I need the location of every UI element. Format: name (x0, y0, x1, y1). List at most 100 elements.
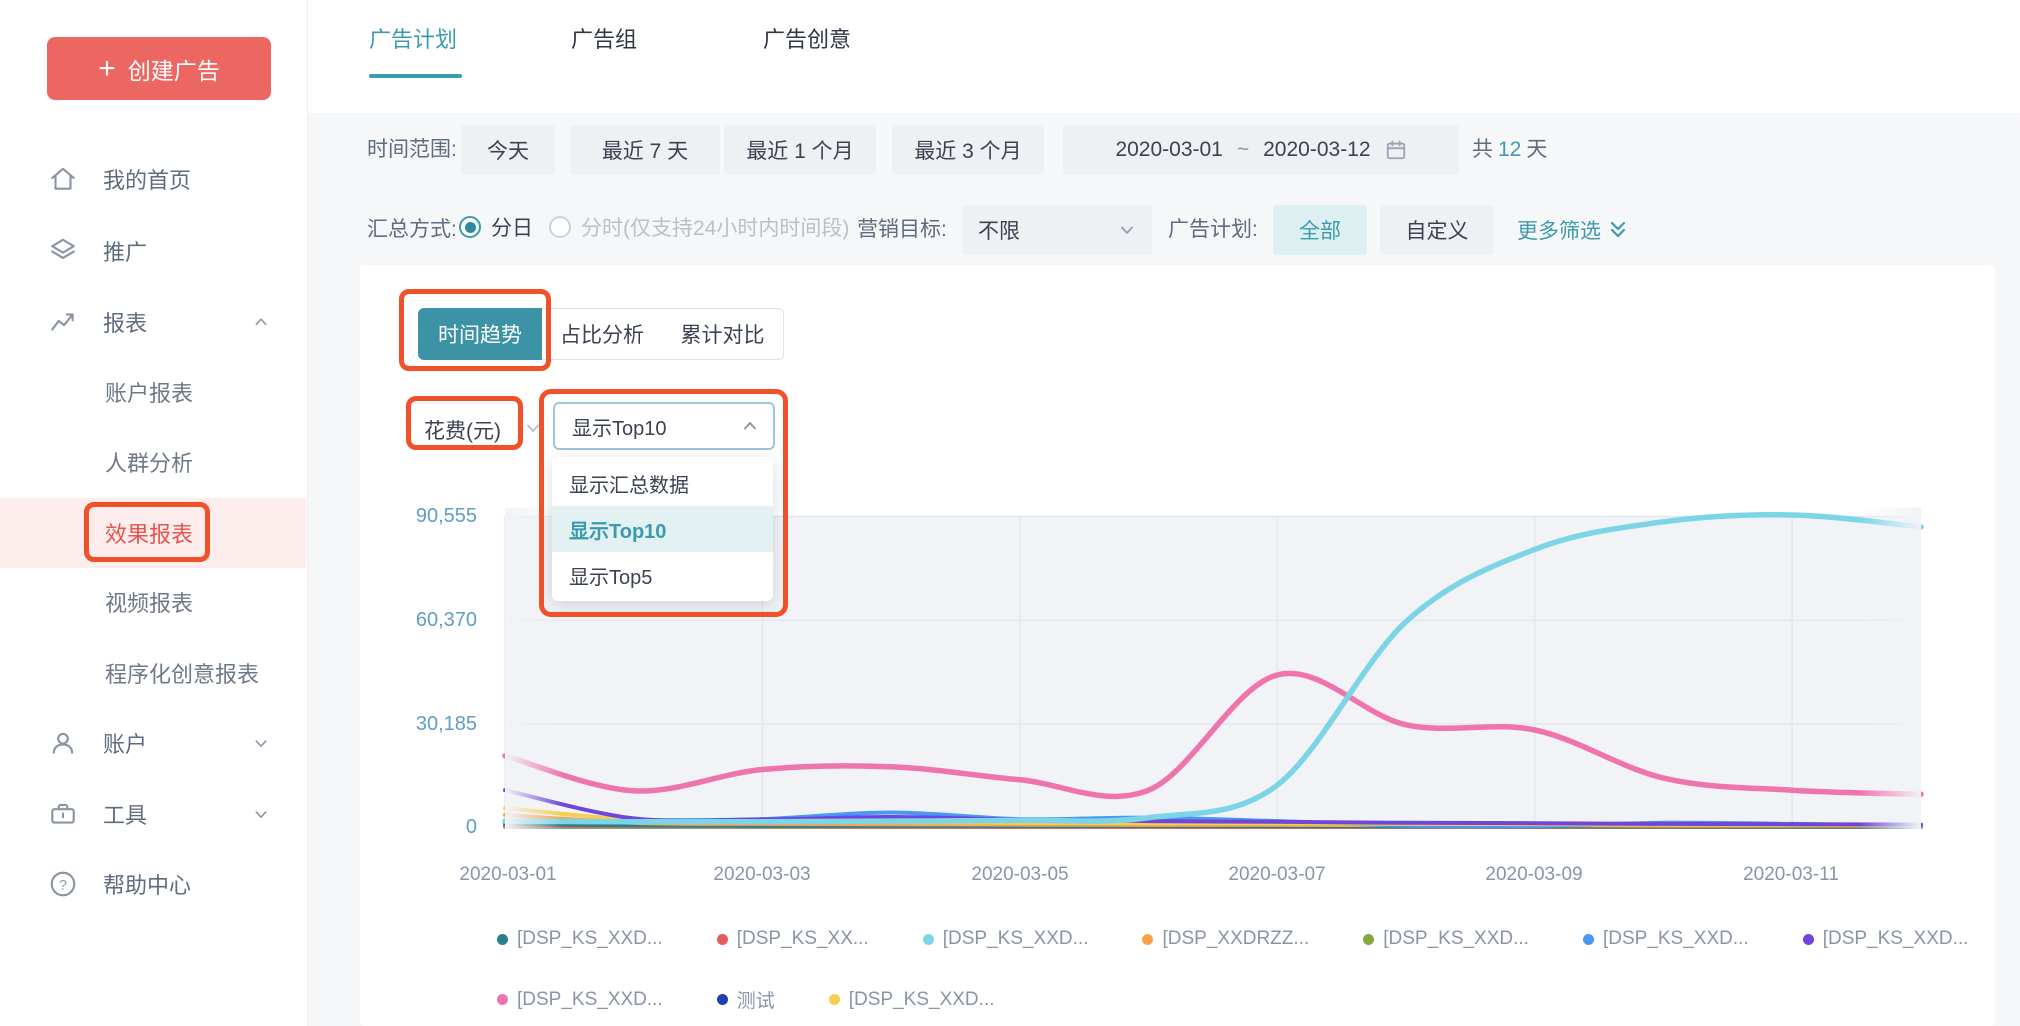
more-filters-button[interactable]: 更多筛选 (1517, 213, 1628, 247)
legend-item[interactable]: [DSP_KS_XXD... (497, 928, 663, 950)
view-tab-cumulative[interactable]: 累计对比 (662, 308, 784, 360)
marketing-goal-label: 营销目标: (857, 213, 947, 247)
legend-item[interactable]: [DSP_KS_XX... (717, 928, 869, 950)
top-n-select[interactable]: 显示Top10 (553, 402, 775, 450)
marketing-goal-select[interactable]: 不限 (962, 205, 1152, 255)
legend-item[interactable]: [DSP_XXDRZZ... (1142, 928, 1309, 950)
legend-dot (829, 994, 840, 1005)
y-axis-tick: 30,185 (337, 711, 477, 737)
sidebar-item-audience-analysis[interactable]: 人群分析 (0, 438, 306, 486)
legend-dot (923, 934, 934, 945)
y-axis-tick: 60,370 (337, 607, 477, 633)
legend-dot (497, 934, 508, 945)
view-tab-proportion[interactable]: 占比分析 (542, 308, 663, 360)
option-show-top10[interactable]: 显示Top10 (552, 506, 773, 552)
sidebar-item-programmatic-creative-report[interactable]: 程序化创意报表 (0, 649, 306, 697)
create-ad-button[interactable]: + 创建广告 (47, 37, 271, 100)
svg-text:?: ? (59, 876, 67, 892)
total-days-value: 12 (1493, 138, 1526, 161)
tab-ad-plan[interactable]: 广告计划 (369, 20, 457, 60)
plus-icon: + (98, 54, 116, 84)
active-tab-underline (369, 74, 462, 78)
sidebar-item-label: 帮助中心 (103, 868, 191, 900)
legend-item[interactable]: [DSP_KS_XXD... (497, 989, 663, 1011)
legend-item[interactable]: [DSP_KS_XXD... (923, 928, 1089, 950)
calendar-icon (1385, 139, 1407, 161)
option-show-top5[interactable]: 显示Top5 (552, 552, 773, 598)
sidebar-item-effect-report[interactable]: 效果报表 (0, 509, 306, 557)
time-range-label: 时间范围: (367, 133, 457, 167)
chevron-down-icon (524, 419, 542, 437)
sidebar-item-label: 程序化创意报表 (105, 657, 259, 689)
total-days-text: 共12天 (1472, 133, 1547, 167)
sidebar-item-video-report[interactable]: 视频报表 (0, 578, 306, 626)
legend-item[interactable]: 测试 (717, 986, 775, 1013)
legend-label: [DSP_KS_XX... (737, 928, 869, 950)
legend-item[interactable]: [DSP_KS_XXD... (1583, 928, 1749, 950)
legend-dot (1363, 934, 1374, 945)
y-axis-tick: 0 (337, 814, 477, 840)
date-range-picker[interactable]: 2020-03-01 ~ 2020-03-12 (1063, 125, 1459, 175)
sidebar: + 创建广告 我的首页 推广 报表 账户报表 人群分析 效果报表 视频报表 程序… (0, 0, 308, 1026)
marketing-goal-value: 不限 (978, 215, 1020, 245)
legend-label: 测试 (737, 986, 775, 1013)
date-end: 2020-03-12 (1263, 138, 1370, 162)
ad-plan-label: 广告计划: (1168, 213, 1258, 247)
sidebar-item-reports[interactable]: 报表 (0, 298, 306, 346)
legend-item[interactable]: [DSP_KS_XXD... (1363, 928, 1529, 950)
quick-range-1month-button[interactable]: 最近 1 个月 (724, 125, 876, 175)
x-axis-tick: 2020-03-07 (1192, 864, 1362, 886)
legend-dot (497, 994, 508, 1005)
chevron-up-icon[interactable] (250, 311, 272, 333)
legend-dot (1142, 934, 1153, 945)
sidebar-item-label: 工具 (103, 798, 147, 830)
radio-by-day[interactable]: 分日 (459, 212, 533, 242)
plan-all-button[interactable]: 全部 (1273, 205, 1367, 255)
quick-range-7days-button[interactable]: 最近 7 天 (570, 125, 720, 175)
top-n-dropdown-menu: 显示汇总数据 显示Top10 显示Top5 (552, 457, 773, 601)
x-axis-tick: 2020-03-01 (423, 864, 593, 886)
metric-selector[interactable]: 花费(元) (424, 415, 501, 445)
sidebar-item-help-center[interactable]: ? 帮助中心 (0, 860, 306, 908)
legend-dot (1803, 934, 1814, 945)
view-tab-time-trend[interactable]: 时间趋势 (418, 308, 542, 360)
sidebar-item-account[interactable]: 账户 (0, 719, 306, 767)
plan-custom-button[interactable]: 自定义 (1380, 205, 1494, 255)
sidebar-item-label: 账户 (103, 727, 147, 759)
radio-selected-icon (459, 216, 481, 238)
legend-label: [DSP_KS_XXD... (1603, 928, 1749, 950)
radio-by-hour[interactable]: 分时(仅支持24小时内时间段) (549, 212, 849, 242)
sidebar-item-home[interactable]: 我的首页 (0, 155, 306, 203)
legend-label: [DSP_KS_XXD... (517, 928, 663, 950)
tab-ad-group[interactable]: 广告组 (571, 20, 637, 60)
sidebar-item-account-report[interactable]: 账户报表 (0, 368, 306, 416)
create-ad-label: 创建广告 (128, 52, 220, 86)
legend-label: [DSP_KS_XXD... (943, 928, 1089, 950)
option-show-summary[interactable]: 显示汇总数据 (552, 460, 773, 506)
chevron-down-icon[interactable] (250, 732, 272, 754)
tab-ad-creative[interactable]: 广告创意 (763, 20, 851, 60)
toolbox-icon (48, 799, 78, 829)
chevron-down-icon (1118, 221, 1136, 239)
radio-unselected-icon (549, 216, 571, 238)
sidebar-item-label: 账户报表 (105, 376, 193, 408)
x-axis-tick: 2020-03-09 (1449, 864, 1619, 886)
radio-by-day-label: 分日 (491, 212, 533, 242)
x-axis-tick: 2020-03-11 (1706, 864, 1876, 886)
chevron-up-icon (741, 417, 759, 435)
legend-dot (717, 934, 728, 945)
quick-range-3months-button[interactable]: 最近 3 个月 (892, 125, 1044, 175)
sidebar-item-label: 人群分析 (105, 446, 193, 478)
home-icon (48, 164, 78, 194)
legend-item[interactable]: [DSP_KS_XXD... (829, 989, 995, 1011)
y-axis-tick: 90,555 (337, 503, 477, 529)
chevron-down-icon[interactable] (250, 803, 272, 825)
quick-range-today-button[interactable]: 今天 (461, 125, 555, 175)
sidebar-item-promotion[interactable]: 推广 (0, 227, 306, 275)
sidebar-item-label: 视频报表 (105, 586, 193, 618)
sidebar-item-tools[interactable]: 工具 (0, 790, 306, 838)
user-icon (48, 728, 78, 758)
legend-label: [DSP_KS_XXD... (849, 989, 995, 1011)
legend-item[interactable]: [DSP_KS_XXD... (1803, 928, 1969, 950)
legend-label: [DSP_KS_XXD... (1383, 928, 1529, 950)
